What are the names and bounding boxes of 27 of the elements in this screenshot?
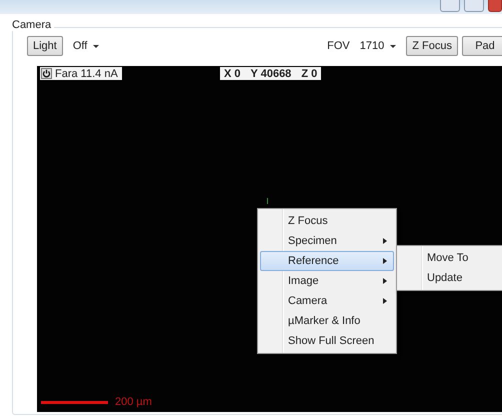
group-title: Camera [9,19,54,31]
caret-icon [390,44,396,48]
menu-item[interactable]: Move To [399,248,501,268]
menu-item[interactable]: Reference [260,251,394,271]
coordinate-label: X 0 [224,68,241,80]
coordinate-label: Z 0 [301,68,318,80]
close-icon[interactable] [488,0,502,12]
caret-icon [93,44,100,48]
menu-item[interactable]: Show Full Screen [260,331,394,351]
coordinate-label: Y 40668 [250,68,292,80]
z-focus-button[interactable]: Z Focus [406,36,458,56]
menu-item[interactable]: µMarker & Info [260,311,394,331]
maximize-icon[interactable] [464,0,484,12]
menu-item[interactable]: Z Focus [260,211,394,231]
pad-button[interactable]: Pad [462,36,502,56]
menu-item[interactable]: Image [260,271,394,291]
camera-view[interactable]: Fara 11.4 nA X 0 Y 40668 Z 0 200 µm Z Focus Specimen Reference Image Camera µMarker & Info Show Full Screen Move To Update [37,66,502,412]
menu-item[interactable]: Update [399,268,501,288]
light-button[interactable]: Light [27,36,63,56]
menu-item[interactable]: Camera [260,291,394,311]
minimize-icon[interactable] [440,0,460,12]
scale-bar [41,400,108,404]
scale-label: 200 µm [115,396,152,408]
power-icon[interactable] [41,68,52,79]
status-label: Fara 11.4 nA [55,68,118,80]
fov-label: FOV [327,40,350,52]
menu-item[interactable]: Specimen [260,231,394,251]
